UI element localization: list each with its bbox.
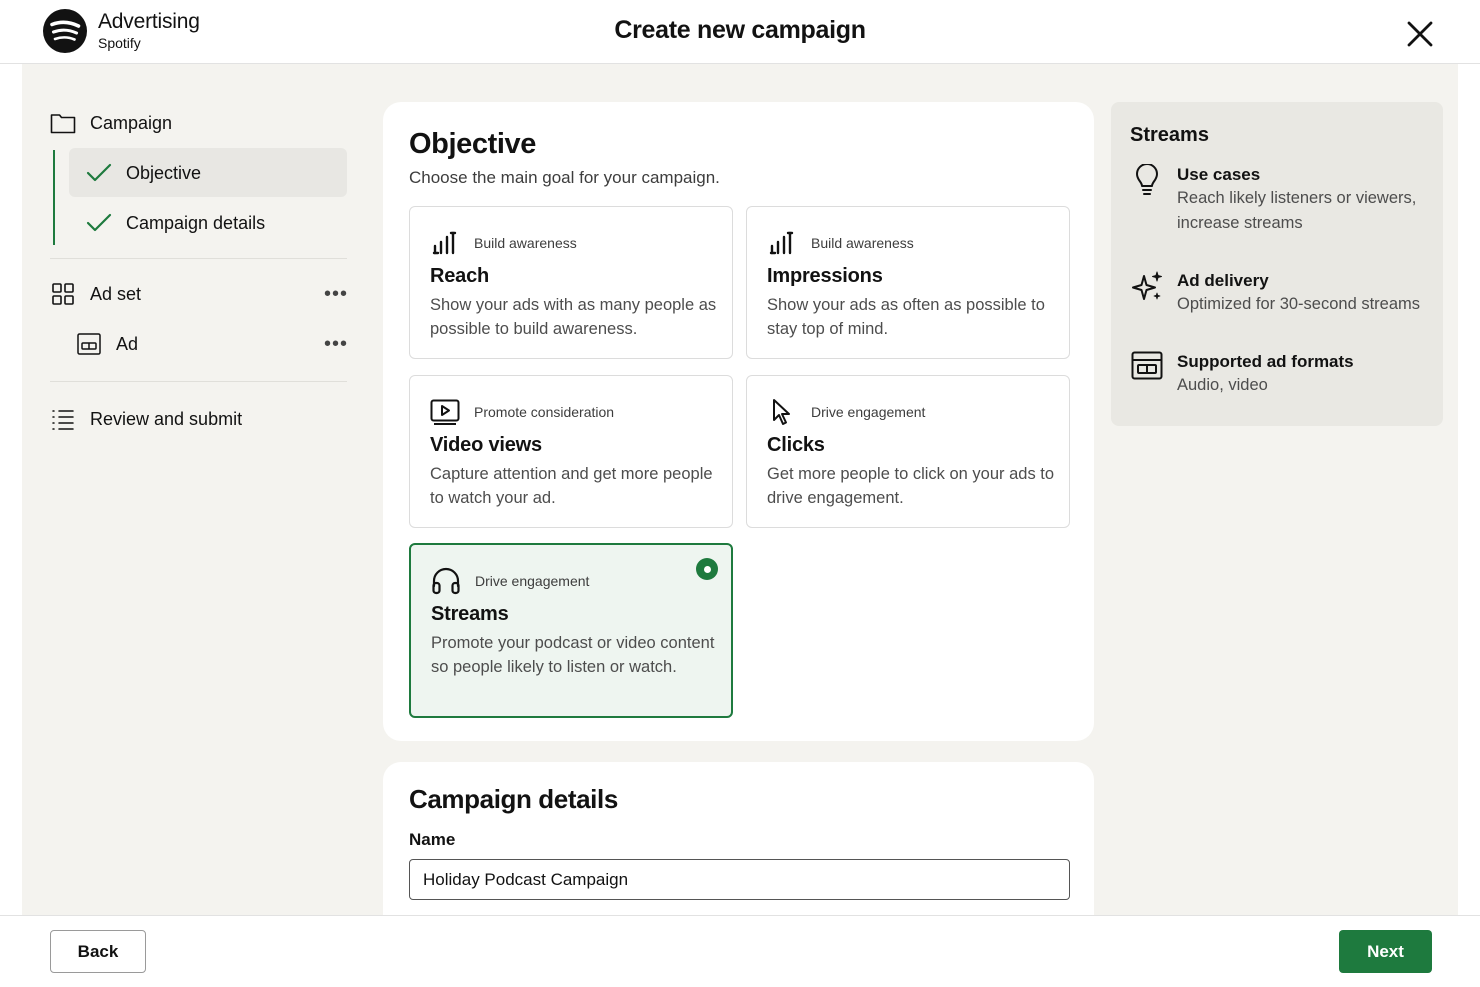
check-icon <box>86 210 112 236</box>
panel-title: Streams <box>1130 124 1209 146</box>
name-label: Name <box>409 830 456 849</box>
objective-option-reach[interactable]: Build awareness Reach Show your ads with… <box>409 206 733 359</box>
ad-format-icon <box>1130 351 1164 385</box>
option-description: Capture attention and get more people to… <box>430 465 713 507</box>
objective-option-clicks[interactable]: Drive engagement Clicks Get more people … <box>746 375 1070 528</box>
ad-format-icon <box>76 331 102 357</box>
back-button[interactable]: Back <box>50 930 146 973</box>
sidebar-item-ad-set[interactable]: Ad set <box>50 281 141 307</box>
objective-option-video-views[interactable]: Promote consideration Video views Captur… <box>409 375 733 528</box>
top-bar: Advertising Spotify Create new campaign <box>0 0 1480 64</box>
selected-radio[interactable] <box>696 558 718 580</box>
sidebar-item-label: Campaign details <box>126 212 266 233</box>
objective-option-streams[interactable]: Drive engagement Streams Promote your po… <box>409 543 733 718</box>
lightbulb-icon <box>1130 164 1164 198</box>
folder-icon <box>50 110 76 136</box>
option-title: Reach <box>430 265 490 287</box>
panel-item-description: Optimized for 30-second streams <box>1177 295 1421 313</box>
sidebar-divider <box>50 381 347 382</box>
close-button[interactable] <box>1400 14 1440 54</box>
campaign-details-title: Campaign details <box>409 784 618 814</box>
option-tag: Build awareness <box>811 235 914 251</box>
ad-set-more-button[interactable]: ••• <box>324 284 348 304</box>
objective-option-impressions[interactable]: Build awareness Impressions Show your ad… <box>746 206 1070 359</box>
panel-item-use-cases: Use cases Reach likely listeners or view… <box>1130 164 1437 236</box>
panel-item-description: Audio, video <box>1177 376 1268 394</box>
panel-item-ad-delivery: Ad delivery Optimized for 30-second stre… <box>1130 270 1437 317</box>
option-tag: Drive engagement <box>811 404 926 420</box>
list-icon <box>50 406 76 432</box>
option-title: Video views <box>430 434 542 456</box>
sidebar-item-label: Ad set <box>90 283 142 304</box>
main-canvas: Campaign Objective Campaign details Ad s… <box>22 64 1458 915</box>
panel-item-title: Use cases <box>1177 165 1261 184</box>
sidebar-item-label: Campaign <box>90 112 173 133</box>
sidebar-item-review-submit[interactable]: Review and submit <box>50 406 242 432</box>
bar-chart-icon <box>430 229 460 257</box>
sparkle-icon <box>1130 270 1164 304</box>
nav-progress-line <box>53 150 55 245</box>
footer-bar: Back Next <box>0 915 1480 987</box>
headphones-icon <box>431 567 461 595</box>
ad-more-button[interactable]: ••• <box>324 334 348 354</box>
sidebar-item-campaign-details[interactable]: Campaign details <box>86 210 265 236</box>
objective-info-panel: Streams Use cases Reach likely listeners… <box>1111 102 1443 426</box>
objective-title: Objective <box>409 128 536 160</box>
sidebar-item-label: Review and submit <box>90 408 243 429</box>
cursor-icon <box>767 398 797 426</box>
option-tag: Promote consideration <box>474 404 615 420</box>
page-title: Create new campaign <box>614 16 866 44</box>
panel-item-ad-formats: Supported ad formats Audio, video <box>1130 351 1437 398</box>
video-play-icon <box>430 398 460 426</box>
option-tag: Build awareness <box>474 235 577 251</box>
sidebar-item-ad[interactable]: Ad <box>76 331 138 357</box>
check-icon <box>86 160 112 186</box>
sidebar-item-objective[interactable]: Objective <box>86 160 201 186</box>
option-description: Promote your podcast or video content so… <box>431 634 715 676</box>
grid-icon <box>50 281 76 307</box>
option-description: Show your ads with as many people as pos… <box>430 296 717 338</box>
option-title: Clicks <box>767 434 825 456</box>
panel-item-title: Ad delivery <box>1177 271 1269 290</box>
sidebar-item-campaign[interactable]: Campaign <box>50 110 172 136</box>
campaign-name-input[interactable] <box>409 859 1070 900</box>
option-title: Streams <box>431 603 509 625</box>
option-tag: Drive engagement <box>475 573 590 589</box>
option-description: Get more people to click on your ads to … <box>767 465 1055 507</box>
panel-item-description: Reach likely listeners or viewers, incre… <box>1177 189 1417 232</box>
close-icon <box>1407 21 1433 47</box>
sidebar-item-label: Ad <box>116 333 139 354</box>
next-button[interactable]: Next <box>1339 930 1432 973</box>
sidebar-divider <box>50 258 347 259</box>
option-description: Show your ads as often as possible to st… <box>767 296 1045 338</box>
option-title: Impressions <box>767 265 883 287</box>
sidebar-item-label: Objective <box>126 162 202 183</box>
bar-chart-icon <box>767 229 797 257</box>
objective-subtitle: Choose the main goal for your campaign. <box>409 168 720 187</box>
panel-item-title: Supported ad formats <box>1177 352 1354 371</box>
